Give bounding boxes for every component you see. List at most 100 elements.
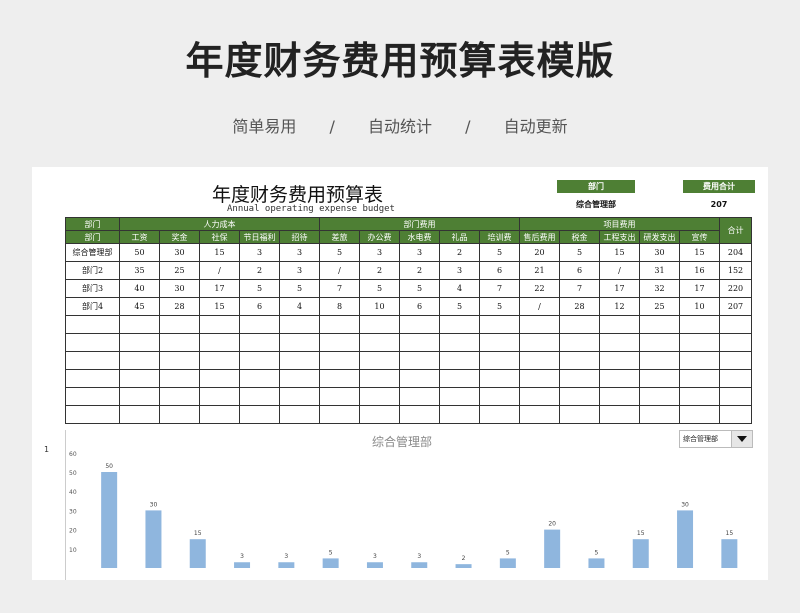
table-cell[interactable]: 20 (519, 243, 560, 262)
table-cell[interactable] (159, 405, 200, 424)
table-cell[interactable]: 5 (319, 243, 360, 262)
table-cell[interactable]: 2 (439, 243, 480, 262)
table-cell[interactable]: 7 (319, 279, 360, 298)
table-cell[interactable]: 5 (559, 243, 600, 262)
table-cell[interactable]: 17 (599, 279, 640, 298)
table-cell[interactable] (439, 387, 480, 406)
dept-value[interactable]: 综合管理部 (557, 198, 635, 211)
table-cell[interactable] (719, 405, 752, 424)
table-cell[interactable] (159, 315, 200, 334)
table-cell[interactable]: 2 (359, 261, 400, 280)
table-cell[interactable]: 6 (399, 297, 440, 316)
table-cell[interactable] (679, 333, 720, 352)
table-cell[interactable] (119, 333, 160, 352)
table-cell[interactable]: 17 (199, 279, 240, 298)
table-cell[interactable] (359, 333, 400, 352)
table-cell[interactable] (519, 315, 560, 334)
table-cell[interactable]: 50 (119, 243, 160, 262)
table-cell[interactable]: 7 (479, 279, 520, 298)
table-cell[interactable] (479, 369, 520, 388)
table-cell[interactable] (439, 405, 480, 424)
table-cell[interactable] (159, 351, 200, 370)
table-cell[interactable]: 17 (679, 279, 720, 298)
table-cell[interactable] (399, 315, 440, 334)
table-cell[interactable] (399, 351, 440, 370)
table-cell[interactable] (359, 405, 400, 424)
chevron-down-icon[interactable] (731, 431, 752, 447)
table-cell[interactable]: 10 (359, 297, 400, 316)
table-cell[interactable]: 5 (279, 279, 320, 298)
table-cell[interactable] (559, 369, 600, 388)
table-cell[interactable] (479, 333, 520, 352)
table-cell[interactable] (279, 369, 320, 388)
table-cell[interactable]: 21 (519, 261, 560, 280)
table-cell[interactable] (239, 405, 280, 424)
table-cell[interactable] (599, 333, 640, 352)
table-cell[interactable] (159, 387, 200, 406)
table-cell[interactable]: 5 (479, 243, 520, 262)
table-cell[interactable] (279, 405, 320, 424)
table-cell[interactable] (679, 387, 720, 406)
table-cell[interactable] (319, 369, 360, 388)
table-cell[interactable] (239, 369, 280, 388)
table-cell[interactable] (439, 333, 480, 352)
table-cell[interactable]: 3 (359, 243, 400, 262)
table-cell[interactable] (599, 387, 640, 406)
table-cell[interactable] (279, 351, 320, 370)
table-cell[interactable]: / (199, 261, 240, 280)
table-cell[interactable] (719, 333, 752, 352)
table-cell[interactable]: / (519, 297, 560, 316)
table-cell[interactable]: 6 (559, 261, 600, 280)
table-cell[interactable]: 30 (159, 243, 200, 262)
row-dept-cell[interactable]: 部门3 (65, 279, 120, 298)
department-dropdown[interactable]: 综合管理部 (679, 430, 753, 448)
table-cell[interactable] (119, 387, 160, 406)
table-cell[interactable] (119, 315, 160, 334)
table-cell[interactable] (159, 333, 200, 352)
table-cell[interactable] (119, 369, 160, 388)
table-cell[interactable]: 45 (119, 297, 160, 316)
table-cell[interactable]: 204 (719, 243, 752, 262)
table-cell[interactable]: / (319, 261, 360, 280)
table-cell[interactable] (719, 387, 752, 406)
table-cell[interactable]: 15 (679, 243, 720, 262)
row-dept-cell[interactable]: 部门2 (65, 261, 120, 280)
table-cell[interactable]: 8 (319, 297, 360, 316)
table-cell[interactable]: 30 (639, 243, 680, 262)
row-dept-cell[interactable] (65, 351, 120, 370)
table-cell[interactable] (279, 315, 320, 334)
table-cell[interactable] (719, 351, 752, 370)
table-cell[interactable] (679, 351, 720, 370)
table-cell[interactable] (359, 387, 400, 406)
table-cell[interactable]: 15 (199, 297, 240, 316)
table-cell[interactable] (639, 405, 680, 424)
table-cell[interactable] (559, 351, 600, 370)
table-cell[interactable]: 28 (159, 297, 200, 316)
table-cell[interactable] (439, 351, 480, 370)
table-cell[interactable]: 31 (639, 261, 680, 280)
table-cell[interactable] (599, 405, 640, 424)
table-cell[interactable] (199, 351, 240, 370)
table-cell[interactable]: 3 (279, 243, 320, 262)
table-cell[interactable]: 25 (159, 261, 200, 280)
table-cell[interactable] (239, 315, 280, 334)
table-cell[interactable] (399, 333, 440, 352)
table-cell[interactable]: 15 (599, 243, 640, 262)
table-cell[interactable] (679, 405, 720, 424)
table-cell[interactable] (119, 351, 160, 370)
table-cell[interactable] (279, 387, 320, 406)
table-cell[interactable]: 4 (439, 279, 480, 298)
table-cell[interactable] (199, 369, 240, 388)
table-cell[interactable] (159, 369, 200, 388)
table-cell[interactable]: / (599, 261, 640, 280)
table-cell[interactable] (679, 369, 720, 388)
table-cell[interactable]: 40 (119, 279, 160, 298)
table-cell[interactable]: 30 (159, 279, 200, 298)
row-dept-cell[interactable]: 综合管理部 (65, 243, 120, 262)
table-cell[interactable] (479, 351, 520, 370)
table-cell[interactable] (519, 405, 560, 424)
table-cell[interactable] (359, 351, 400, 370)
table-cell[interactable] (199, 315, 240, 334)
table-cell[interactable] (239, 333, 280, 352)
table-cell[interactable] (719, 369, 752, 388)
